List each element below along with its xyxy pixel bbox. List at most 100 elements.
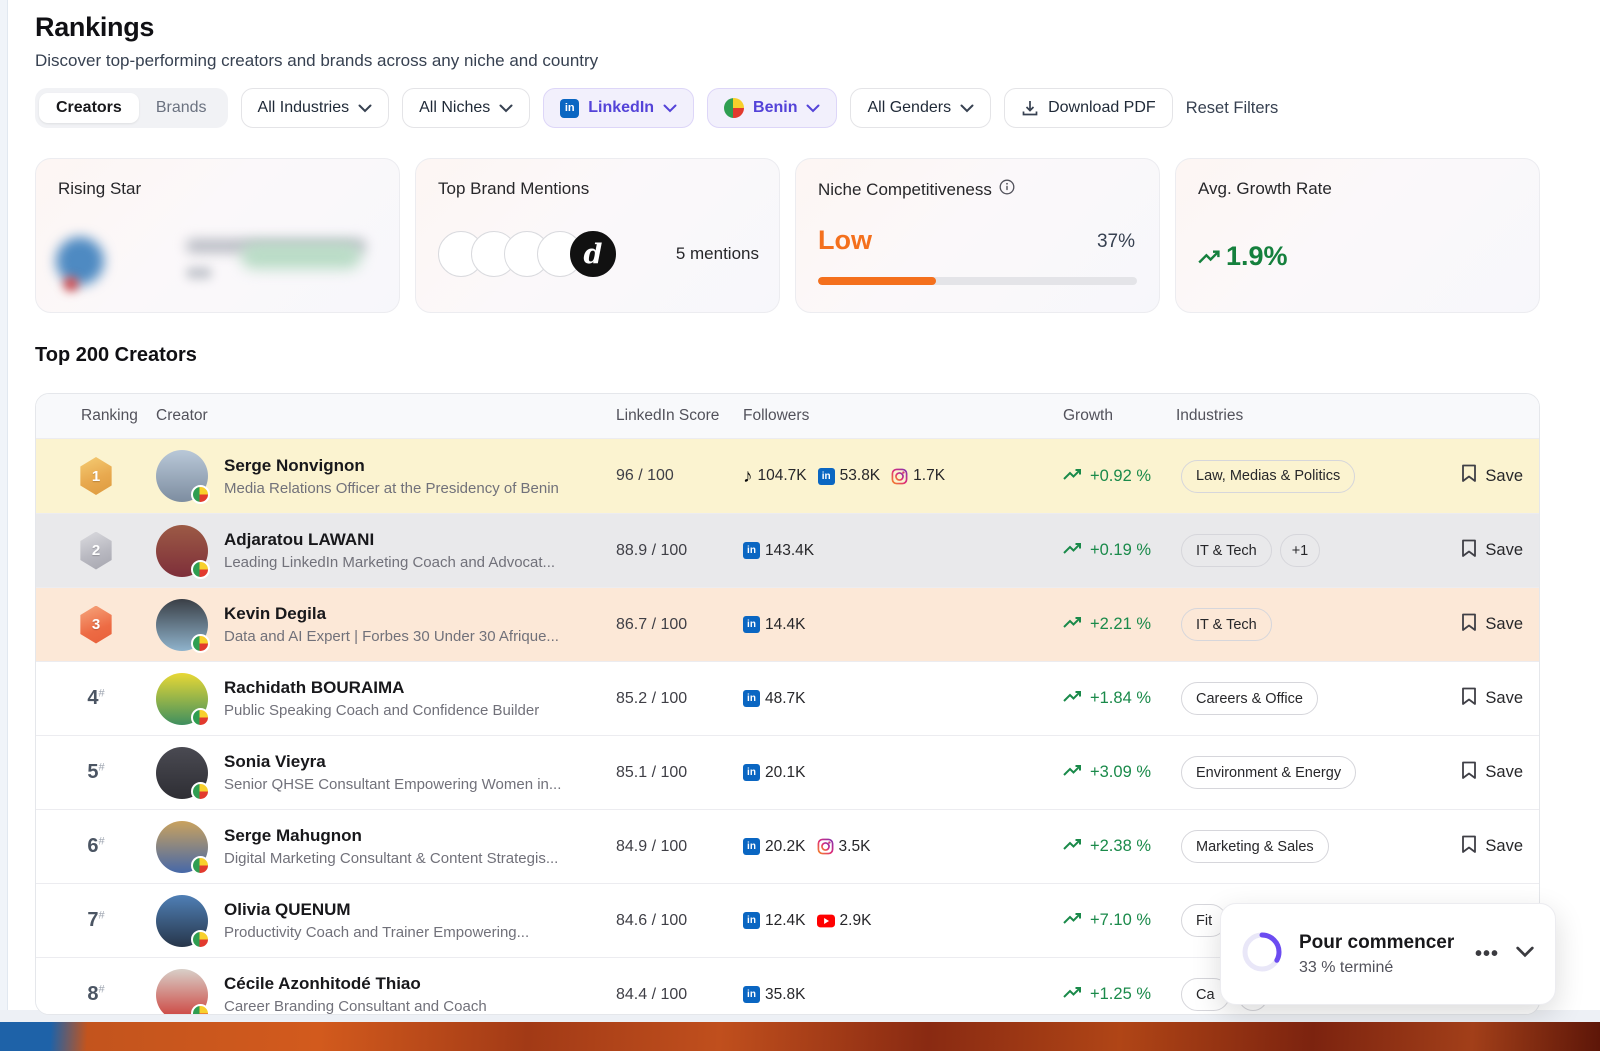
industry-more-tag[interactable]: +1	[1280, 534, 1321, 567]
linkedin-score: 88.9 / 100	[611, 542, 741, 560]
niche-competitiveness-card: Niche Competitiveness Low 37%	[795, 158, 1160, 313]
bookmark-icon	[1461, 761, 1477, 785]
linkedin-icon: in	[743, 690, 760, 707]
country-dropdown[interactable]: Benin	[707, 88, 837, 128]
save-button[interactable]: Save	[1461, 613, 1523, 637]
follower-stat: 1.7K	[891, 467, 945, 485]
creator-name[interactable]: Cécile Azonhitodé Thiao	[224, 974, 487, 994]
info-icon[interactable]	[999, 179, 1015, 200]
blurred-meta	[186, 267, 212, 279]
header-ranking: Ranking	[36, 407, 156, 425]
country-dropdown-label: Benin	[753, 99, 797, 117]
chevron-down-icon	[663, 104, 677, 113]
growth-value: +3.09 %	[1056, 763, 1176, 782]
creator-headline: Productivity Coach and Trainer Empowerin…	[224, 924, 529, 941]
growth-value: +1.25 %	[1056, 985, 1176, 1004]
table-row: 1Serge NonvignonMedia Relations Officer …	[36, 439, 1539, 513]
trend-up-icon	[1063, 985, 1083, 1004]
page-subtitle: Discover top-performing creators and bra…	[35, 51, 598, 71]
benin-flag-badge	[191, 485, 210, 504]
page-title: Rankings	[35, 12, 598, 43]
creator-name[interactable]: Kevin Degila	[224, 604, 559, 624]
rank-badge: 3	[79, 606, 113, 644]
trend-up-icon	[1063, 911, 1083, 930]
follower-stat: in20.1K	[743, 764, 806, 782]
growth-value: +7.10 %	[1056, 911, 1176, 930]
creator-headline: Digital Marketing Consultant & Content S…	[224, 850, 558, 867]
blurred-dot	[64, 277, 78, 291]
growth-value: +2.21 %	[1056, 615, 1176, 634]
linkedin-icon: in	[743, 764, 760, 781]
bookmark-icon	[1461, 613, 1477, 637]
sidebar-edge	[0, 0, 8, 1051]
niche-level: Low	[818, 225, 872, 256]
progress-ring	[1241, 931, 1283, 978]
save-button[interactable]: Save	[1461, 464, 1523, 488]
creator-name[interactable]: Adjaratou LAWANI	[224, 530, 555, 550]
benin-flag-icon	[724, 98, 744, 118]
creator-avatar	[156, 747, 208, 799]
benin-flag-badge	[191, 560, 210, 579]
industry-tag[interactable]: Law, Medias & Politics	[1181, 460, 1355, 493]
download-pdf-button[interactable]: Download PDF	[1004, 88, 1173, 128]
avg-growth-value: 1.9%	[1226, 241, 1288, 272]
growth-value: +2.38 %	[1056, 837, 1176, 856]
genders-dropdown[interactable]: All Genders	[850, 88, 991, 128]
brand-logo-d: d	[570, 231, 616, 277]
creator-avatar	[156, 673, 208, 725]
download-pdf-label: Download PDF	[1048, 99, 1156, 117]
creator-name[interactable]: Serge Mahugnon	[224, 826, 558, 846]
network-dropdown[interactable]: in LinkedIn	[543, 88, 694, 128]
creator-name[interactable]: Serge Nonvignon	[224, 456, 559, 476]
trend-up-icon	[1063, 763, 1083, 782]
table-row: 2Adjaratou LAWANILeading LinkedIn Market…	[36, 513, 1539, 587]
chevron-down-icon	[499, 104, 513, 113]
creator-name[interactable]: Olivia QUENUM	[224, 900, 529, 920]
bookmark-icon	[1461, 539, 1477, 563]
page-header: Rankings Discover top-performing creator…	[35, 12, 598, 71]
industry-tag[interactable]: Careers & Office	[1181, 682, 1318, 715]
more-options-icon[interactable]: •••	[1475, 950, 1499, 958]
save-label: Save	[1485, 615, 1523, 634]
header-industries: Industries	[1176, 407, 1426, 425]
industries-dropdown[interactable]: All Industries	[241, 88, 390, 128]
industry-tag[interactable]: Environment & Energy	[1181, 756, 1356, 789]
avg-growth-card: Avg. Growth Rate 1.9%	[1175, 158, 1540, 313]
growth-value: +0.19 %	[1056, 541, 1176, 560]
tiktok-icon: ♪	[743, 467, 753, 486]
creator-name[interactable]: Sonia Vieyra	[224, 752, 561, 772]
save-button[interactable]: Save	[1461, 687, 1523, 711]
creator-headline: Senior QHSE Consultant Empowering Women …	[224, 776, 561, 793]
linkedin-icon: in	[743, 838, 760, 855]
industry-tag[interactable]: Marketing & Sales	[1181, 830, 1329, 863]
save-label: Save	[1485, 689, 1523, 708]
niche-progress-bar	[818, 277, 1137, 285]
reset-filters-button[interactable]: Reset Filters	[1186, 99, 1279, 118]
network-dropdown-label: LinkedIn	[588, 99, 654, 117]
follower-stat: in48.7K	[743, 690, 806, 708]
industry-tag[interactable]: IT & Tech	[1181, 534, 1272, 567]
creator-name[interactable]: Rachidath BOURAIMA	[224, 678, 539, 698]
brands-tab[interactable]: Brands	[139, 93, 224, 123]
collapse-chevron-icon[interactable]	[1515, 945, 1535, 963]
niches-dropdown[interactable]: All Niches	[402, 88, 530, 128]
rising-star-card: Rising Star	[35, 158, 400, 313]
niches-dropdown-label: All Niches	[419, 99, 490, 117]
rank-badge: 2	[79, 532, 113, 570]
industry-tag[interactable]: IT & Tech	[1181, 608, 1272, 641]
benin-flag-badge	[191, 930, 210, 949]
brand-logos: d	[438, 231, 616, 277]
creators-tab[interactable]: Creators	[39, 93, 139, 123]
creator-headline: Media Relations Officer at the Presidenc…	[224, 480, 559, 497]
save-button[interactable]: Save	[1461, 761, 1523, 785]
benin-flag-badge	[191, 856, 210, 875]
linkedin-score: 96 / 100	[611, 467, 741, 485]
benin-flag-badge	[191, 634, 210, 653]
trend-up-icon	[1063, 467, 1083, 486]
save-button[interactable]: Save	[1461, 539, 1523, 563]
trend-up-icon	[1063, 837, 1083, 856]
creator-avatar	[156, 450, 208, 502]
linkedin-icon: in	[743, 616, 760, 633]
save-label: Save	[1485, 837, 1523, 856]
save-button[interactable]: Save	[1461, 835, 1523, 859]
